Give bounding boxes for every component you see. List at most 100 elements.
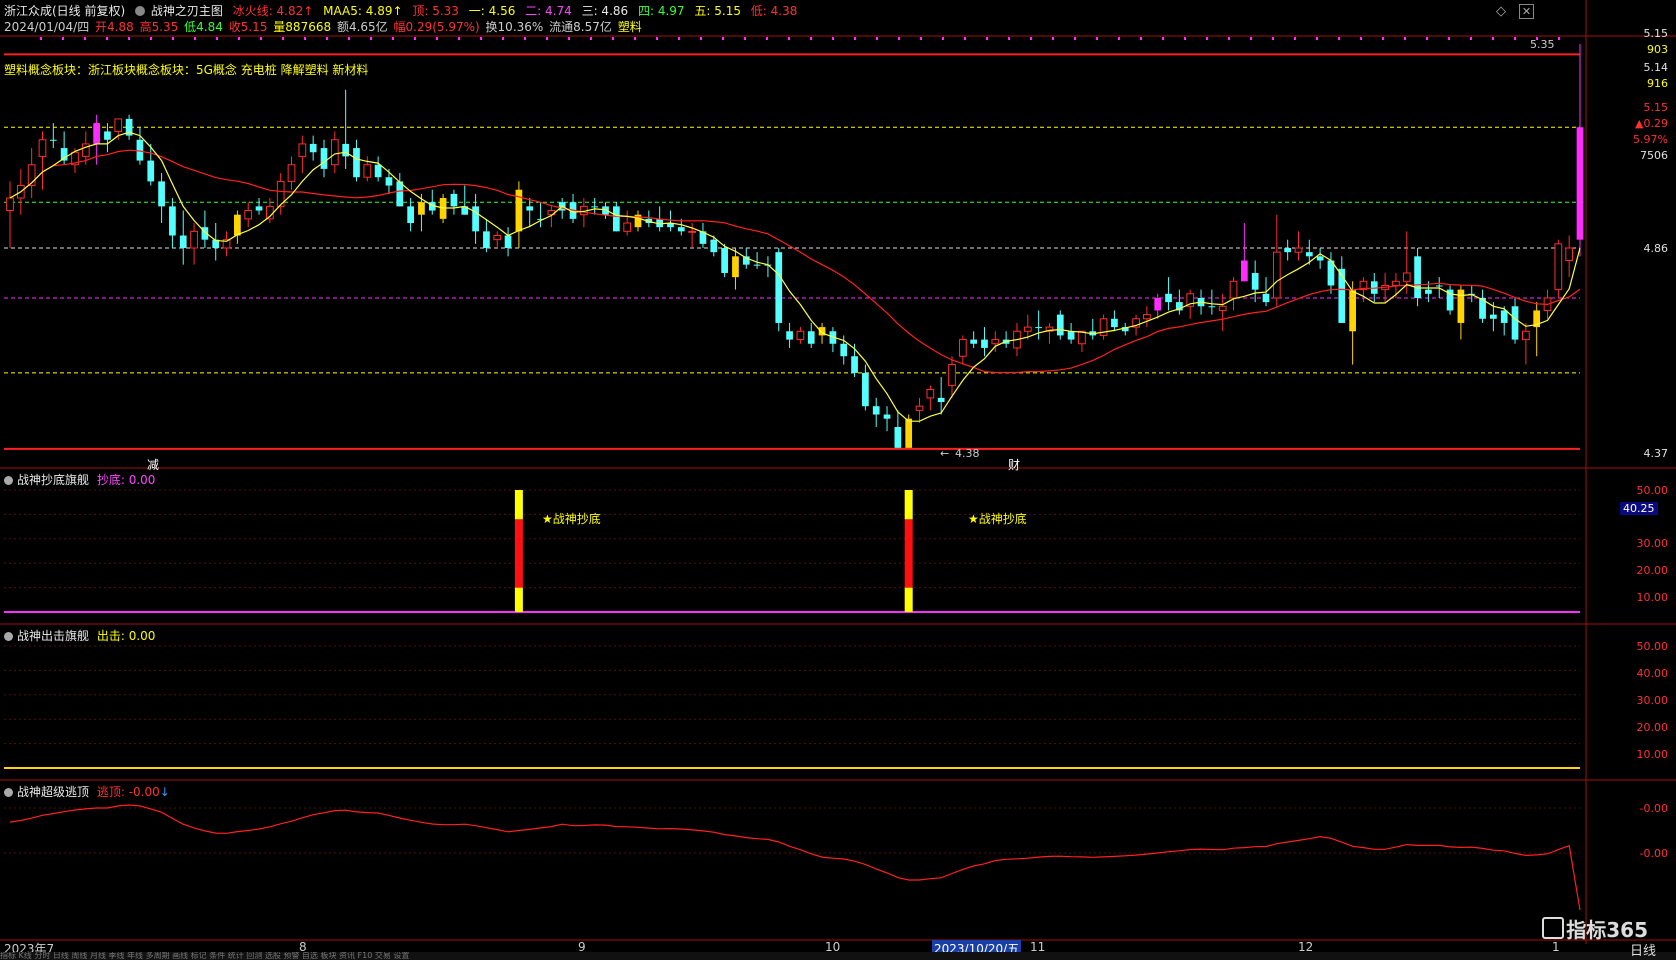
candle-body bbox=[1565, 247, 1574, 261]
candle-body bbox=[1294, 247, 1303, 253]
top-dot-marker bbox=[436, 37, 438, 40]
top-dot-marker bbox=[370, 37, 372, 40]
candle-body bbox=[1208, 306, 1216, 308]
candle-body bbox=[298, 143, 307, 157]
candle-body bbox=[104, 131, 111, 140]
top-dot-marker bbox=[1030, 37, 1032, 40]
top-dot-marker bbox=[480, 37, 482, 40]
ma-red-line bbox=[9, 149, 1581, 374]
candle-body bbox=[1402, 272, 1411, 282]
panel2-dot-icon[interactable] bbox=[4, 632, 13, 641]
p3-tick-b: -0.00 bbox=[1639, 847, 1668, 860]
p1-tick-20: 20.00 bbox=[1636, 564, 1669, 577]
panel1-dot-icon[interactable] bbox=[4, 476, 13, 485]
candle-body bbox=[1262, 293, 1270, 303]
candle-body bbox=[1305, 252, 1313, 257]
candle-body bbox=[948, 364, 956, 386]
top-dot-marker bbox=[568, 37, 570, 40]
main-chart[interactable] bbox=[0, 0, 1676, 960]
top-dot-marker bbox=[590, 37, 592, 40]
top-dot-marker bbox=[84, 37, 86, 40]
candle-body bbox=[81, 143, 90, 157]
top-dot-marker bbox=[766, 37, 768, 40]
candle-body bbox=[418, 202, 425, 215]
p2-tick-30: 30.00 bbox=[1636, 694, 1669, 707]
axis-vol-903: 903 bbox=[1647, 43, 1668, 56]
top-dot-marker bbox=[1096, 37, 1098, 40]
top-dot-marker bbox=[810, 37, 812, 40]
candle-body bbox=[49, 139, 57, 141]
top-dot-marker bbox=[942, 37, 944, 40]
axis-pct: 5.97% bbox=[1633, 133, 1668, 146]
candle-body bbox=[958, 339, 967, 357]
top-dot-marker bbox=[920, 37, 922, 40]
candle-body bbox=[1229, 280, 1238, 299]
top-dot-marker bbox=[1448, 37, 1450, 40]
top-dot-marker bbox=[1338, 37, 1340, 40]
candle-body bbox=[926, 389, 935, 399]
panel1-signal-1: ★战神抄底 bbox=[542, 512, 601, 526]
low-annotation: 4.38 bbox=[955, 447, 980, 460]
candle-body bbox=[6, 197, 14, 212]
axis-vol: 7506 bbox=[1640, 149, 1668, 162]
candle-body bbox=[1576, 127, 1584, 240]
top-dot-marker bbox=[1382, 37, 1384, 40]
top-dot-marker bbox=[106, 37, 108, 40]
top-dot-marker bbox=[238, 37, 240, 40]
candle-body bbox=[1154, 297, 1162, 311]
top-dot-marker bbox=[744, 37, 746, 40]
top-dot-marker bbox=[1206, 37, 1208, 40]
top-dot-marker bbox=[502, 37, 504, 40]
candle-body bbox=[136, 139, 144, 161]
candle-body bbox=[255, 206, 263, 211]
panel3-dot-icon[interactable] bbox=[4, 788, 13, 797]
top-dot-marker bbox=[348, 37, 350, 40]
p1-bar-red bbox=[514, 519, 523, 588]
candle-body bbox=[677, 227, 685, 232]
panel1-title[interactable]: 战神抄底旗舰 抄底: 0.00 bbox=[4, 472, 155, 488]
candle-body bbox=[623, 222, 632, 232]
top-dot-marker bbox=[1294, 37, 1296, 40]
top-dot-marker bbox=[1008, 37, 1010, 40]
p1-tick-10: 10.00 bbox=[1636, 591, 1669, 604]
panel2-title[interactable]: 战神出击旗舰 出击: 0.00 bbox=[4, 628, 155, 644]
candle-body bbox=[93, 123, 100, 144]
candle-body bbox=[114, 118, 123, 132]
candle-body bbox=[1284, 248, 1292, 253]
p2-tick-10: 10.00 bbox=[1636, 748, 1669, 761]
top-dot-marker bbox=[832, 37, 834, 40]
candle-body bbox=[1111, 318, 1118, 328]
top-dot-marker bbox=[1316, 37, 1318, 40]
period-label[interactable]: 日线 bbox=[1630, 940, 1656, 959]
panel3-title[interactable]: 战神超级逃顶 逃顶: -0.00↓ bbox=[4, 784, 170, 800]
top-dot-marker bbox=[1492, 37, 1494, 40]
axis-price-515b: 5.15 bbox=[1643, 101, 1669, 114]
top-dot-marker bbox=[854, 37, 856, 40]
top-dot-marker bbox=[612, 37, 614, 40]
candle-body bbox=[753, 264, 761, 266]
top-dot-marker bbox=[62, 37, 64, 40]
mark-cai: 财 bbox=[1008, 458, 1021, 472]
axis-price-437: 4.37 bbox=[1643, 447, 1669, 460]
candle-body bbox=[721, 248, 728, 273]
candle-body bbox=[1023, 326, 1032, 332]
bottom-toolbar[interactable]: 指标 K线 分时 日线 周线 月线 季线 年线 多周期 画线 标记 条件 统计 … bbox=[0, 952, 1676, 960]
candle-body bbox=[1554, 243, 1563, 291]
candle-body bbox=[169, 206, 176, 236]
p1-bar-yellow-low bbox=[904, 587, 913, 612]
candle-body bbox=[894, 427, 902, 448]
candle-body bbox=[483, 231, 490, 248]
candle-body bbox=[38, 139, 47, 157]
candle-body bbox=[450, 193, 458, 207]
brand-logo: 指标365 bbox=[1542, 914, 1648, 943]
top-dot-marker bbox=[656, 37, 658, 40]
candle-body bbox=[1500, 310, 1508, 323]
top-dot-marker bbox=[194, 37, 196, 40]
candle-body bbox=[915, 405, 924, 411]
candle-body bbox=[504, 235, 512, 248]
top-dot-marker bbox=[1074, 37, 1076, 40]
candle-body bbox=[396, 181, 404, 207]
candle-body bbox=[807, 331, 815, 344]
top-dot-marker bbox=[898, 37, 900, 40]
candle-body bbox=[981, 339, 988, 348]
